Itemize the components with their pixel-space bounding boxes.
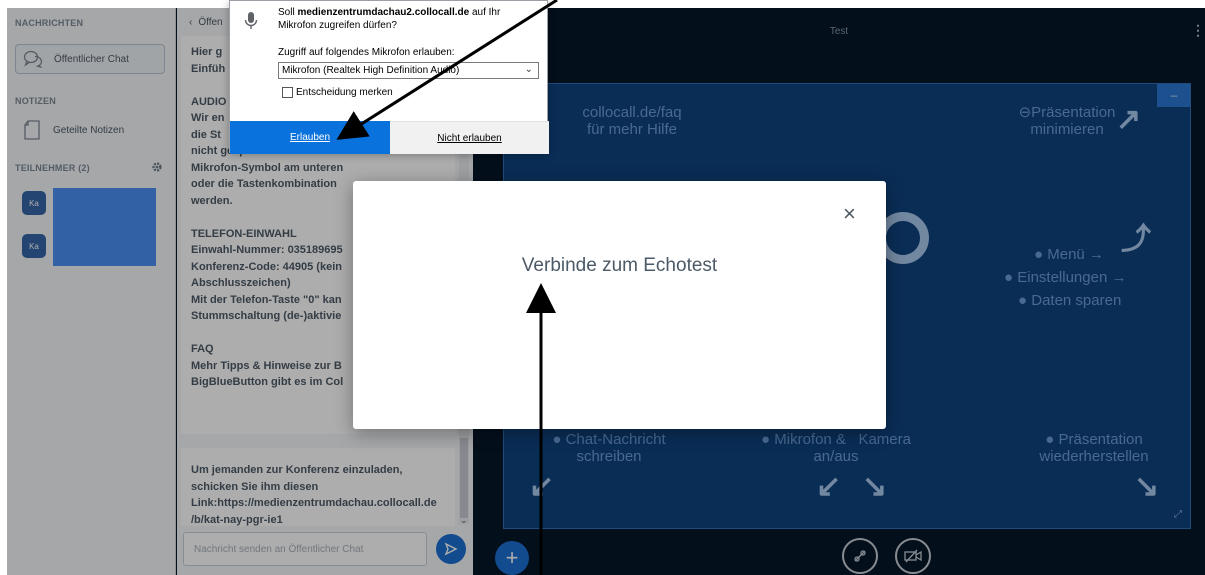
- echo-test-modal: × Verbinde zum Echotest: [353, 181, 886, 429]
- allow-button[interactable]: Erlauben: [230, 121, 390, 154]
- deny-button[interactable]: Nicht erlauben: [390, 121, 549, 154]
- echo-test-message: Verbinde zum Echotest: [521, 255, 718, 276]
- permission-question: Soll medienzentrumdachau2.collocall.de a…: [278, 7, 501, 31]
- microphone-select-label: Zugriff auf folgendes Mikrofon erlauben:: [278, 47, 455, 58]
- microphone-select[interactable]: Mikrofon (Realtek High Definition Audio)…: [278, 62, 539, 79]
- remember-decision-checkbox[interactable]: [282, 87, 293, 98]
- conference-app: NACHRICHTEN Öffentlicher Chat NOTIZEN Ge…: [7, 8, 1205, 575]
- selected-microphone: Mikrofon (Realtek High Definition Audio): [282, 65, 460, 76]
- close-icon[interactable]: ×: [843, 203, 856, 225]
- remember-decision-label: Entscheidung merken: [296, 87, 393, 98]
- permission-domain: medienzentrumdachau2.collocall.de: [297, 7, 470, 18]
- chevron-down-icon: ⌄: [524, 64, 533, 75]
- microphone-icon: [244, 11, 258, 36]
- microphone-permission-popup: Soll medienzentrumdachau2.collocall.de a…: [229, 0, 549, 154]
- remember-decision[interactable]: Entscheidung merken: [282, 87, 393, 98]
